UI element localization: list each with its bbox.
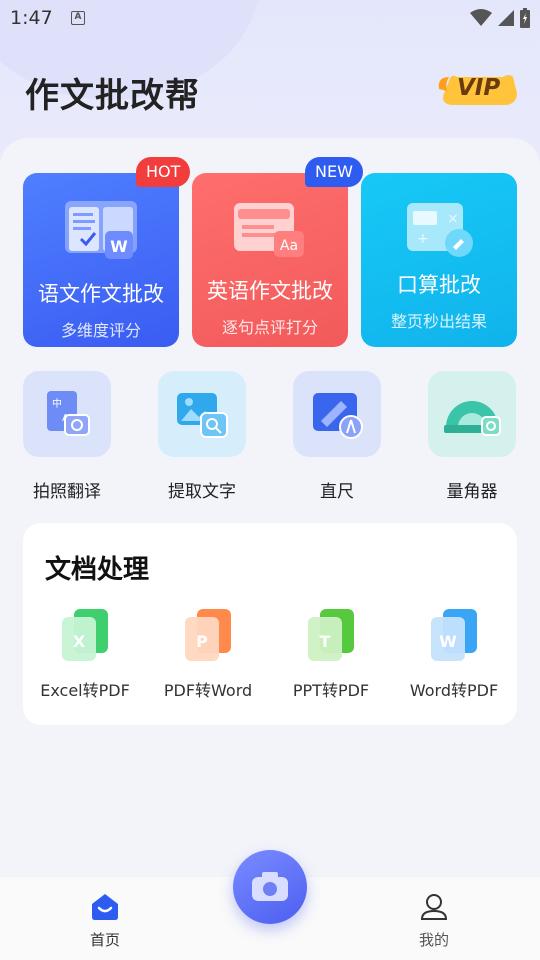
svg-text:+: +	[417, 231, 429, 247]
ppt-to-pdf-button[interactable]: T PPT转PDF	[269, 607, 393, 701]
pdf-to-word-button[interactable]: P PDF转Word	[146, 607, 270, 701]
user-icon	[420, 894, 448, 920]
chinese-essay-card[interactable]: W 语文作文批改 多维度评分	[23, 173, 179, 347]
tool-label: 直尺	[320, 482, 354, 502]
protractor-icon	[444, 401, 501, 436]
section-title: 文档处理	[45, 555, 150, 585]
hot-badge: HOT	[136, 157, 191, 187]
excel-file-icon: X	[62, 609, 108, 661]
new-badge: NEW	[305, 157, 363, 187]
protractor-button[interactable]	[428, 371, 516, 457]
notification-a-icon: A	[71, 11, 85, 25]
ppt-file-icon: T	[308, 609, 354, 661]
extract-text-icon	[177, 393, 228, 438]
english-essay-icon: Aa	[234, 203, 304, 257]
doc-item-label: PDF转Word	[163, 681, 253, 700]
card-title: 语文作文批改	[38, 282, 164, 306]
card-title: 英语作文批改	[207, 279, 333, 303]
vip-label: VIP	[457, 75, 501, 101]
doc-item-label: PPT转PDF	[292, 681, 370, 700]
svg-text:T: T	[320, 632, 331, 651]
mental-math-card[interactable]: × + 口算批改 整页秒出结果	[361, 173, 517, 347]
chinese-essay-icon: W	[65, 201, 137, 259]
nav-home[interactable]: 首页	[65, 893, 145, 950]
tool-label: 拍照翻译	[33, 482, 101, 502]
camera-icon	[252, 872, 288, 901]
vip-button[interactable]: VIP	[437, 69, 519, 109]
app-title: 作文批改帮	[25, 76, 200, 116]
ruler-icon	[313, 393, 363, 439]
photo-translate-button[interactable]: 中 A	[23, 371, 111, 457]
status-bar: 1:47 A	[0, 0, 540, 38]
svg-text:P: P	[196, 632, 208, 651]
svg-text:×: ×	[447, 211, 459, 227]
ruler-button[interactable]	[293, 371, 381, 457]
pdf-file-icon: P	[185, 609, 231, 661]
signal-icon	[498, 10, 514, 26]
english-essay-card[interactable]: Aa 英语作文批改 逐句点评打分	[192, 173, 348, 347]
mental-math-icon: × +	[407, 203, 473, 257]
document-processing-section: 文档处理 X Excel转PDF P PDF转Word T PPT转PDF W …	[23, 523, 517, 725]
camera-button[interactable]	[233, 850, 307, 924]
nav-home-label: 首页	[89, 931, 120, 949]
extract-text-button[interactable]	[158, 371, 246, 457]
card-subtitle: 逐句点评打分	[221, 318, 318, 337]
word-to-pdf-button[interactable]: W Word转PDF	[392, 607, 516, 701]
doc-item-label: Excel转PDF	[40, 681, 130, 700]
nav-mine[interactable]: 我的	[394, 893, 474, 950]
status-time: 1:47	[10, 7, 53, 29]
tool-label: 提取文字	[168, 482, 236, 502]
card-title: 口算批改	[397, 273, 481, 297]
nav-mine-label: 我的	[418, 931, 449, 949]
svg-text:W: W	[110, 237, 128, 256]
photo-translate-icon: 中 A	[47, 391, 90, 436]
tool-label: 量角器	[446, 482, 498, 502]
wifi-icon	[470, 9, 492, 26]
excel-to-pdf-button[interactable]: X Excel转PDF	[23, 607, 147, 701]
svg-text:Aa: Aa	[280, 238, 298, 254]
svg-text:中: 中	[52, 397, 62, 410]
doc-item-label: Word转PDF	[409, 681, 499, 700]
card-subtitle: 多维度评分	[60, 321, 141, 340]
word-file-icon: W	[431, 609, 477, 661]
svg-text:X: X	[73, 632, 86, 651]
battery-icon	[520, 8, 530, 28]
svg-text:W: W	[439, 632, 457, 651]
home-icon	[92, 894, 118, 920]
card-subtitle: 整页秒出结果	[390, 312, 487, 331]
